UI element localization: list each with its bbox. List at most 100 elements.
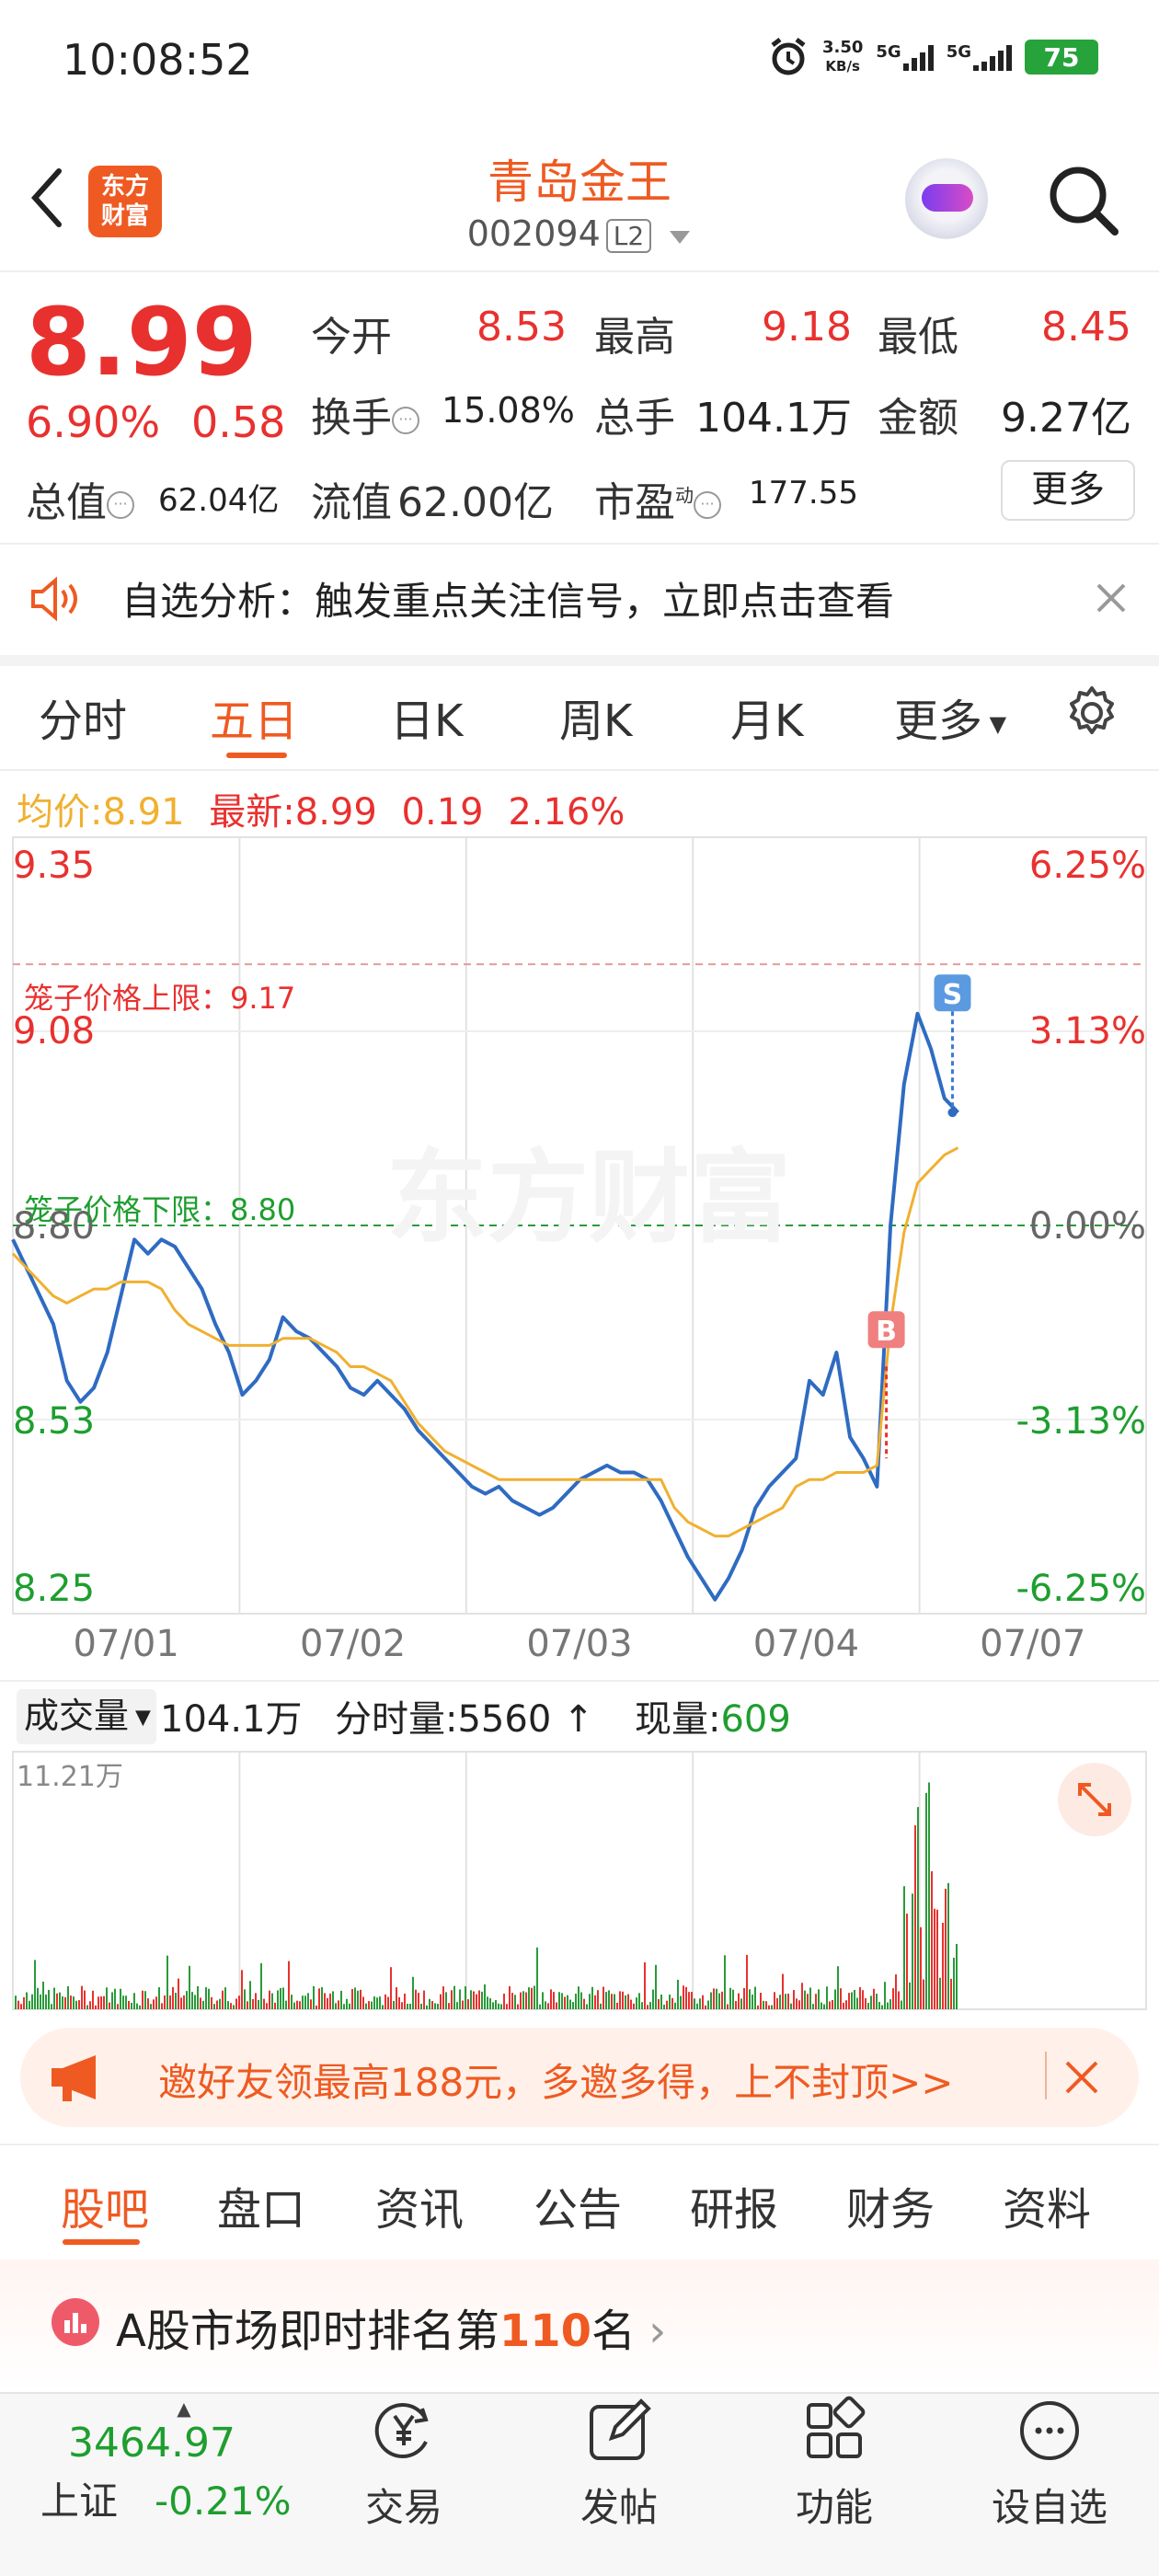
volume-bar bbox=[782, 1973, 784, 2009]
tab-announcements[interactable]: 公告 bbox=[534, 2173, 622, 2237]
volume-bar bbox=[920, 1926, 922, 2009]
volume-bar bbox=[572, 2002, 574, 2009]
volume-bar bbox=[222, 1990, 224, 2009]
volume-bar bbox=[492, 2002, 494, 2009]
tab-profile[interactable]: 资料 bbox=[1003, 2173, 1091, 2237]
tab-finance[interactable]: 财务 bbox=[846, 2173, 935, 2237]
volume-selector[interactable]: 成交量 ▼ bbox=[17, 1689, 156, 1744]
volume-bar bbox=[832, 1999, 833, 2009]
volume-bar bbox=[489, 1998, 491, 2009]
tab-daily-k[interactable]: 日K bbox=[390, 684, 463, 749]
volume-bar bbox=[669, 1995, 671, 2009]
volume-bar bbox=[914, 1825, 916, 2009]
volume-bar bbox=[945, 1888, 947, 2009]
tab-weekly-k[interactable]: 周K bbox=[559, 684, 632, 749]
volume-bar bbox=[26, 1992, 28, 2009]
volume-bar bbox=[956, 1944, 958, 2009]
volume-bar bbox=[509, 1986, 511, 2009]
trade-yen-icon bbox=[374, 2403, 429, 2458]
info-icon[interactable]: ··· bbox=[694, 491, 721, 519]
volume-bar bbox=[371, 2001, 373, 2009]
period-volume: 分时量:5560 ↑ bbox=[335, 1698, 594, 1741]
tab-research[interactable]: 研报 bbox=[690, 2173, 778, 2237]
high-label: 最高 bbox=[594, 314, 675, 361]
volume-bar bbox=[128, 2000, 130, 2009]
volume-chart[interactable] bbox=[0, 1748, 1159, 2015]
robot-face bbox=[922, 184, 973, 212]
nav-add-favorite[interactable]: 设自选 bbox=[971, 2396, 1128, 2533]
volume-bar bbox=[826, 1986, 828, 2009]
nav-trade[interactable]: 交易 bbox=[326, 2396, 482, 2533]
tab-more[interactable]: 更多 ▼ bbox=[894, 684, 1006, 749]
volume-bar bbox=[569, 1999, 571, 2009]
dropdown-icon bbox=[670, 231, 691, 244]
volume-bar bbox=[161, 2003, 163, 2009]
volume-bar bbox=[796, 1998, 798, 2009]
volume-bar bbox=[561, 1993, 563, 2009]
volume-bar bbox=[360, 1989, 361, 2009]
volume-bar bbox=[147, 1998, 149, 2009]
volume-bar bbox=[53, 1987, 55, 2009]
low-label: 最低 bbox=[878, 314, 958, 361]
volume-bar bbox=[611, 1994, 613, 2009]
volume-bar bbox=[757, 2005, 759, 2009]
close-icon[interactable] bbox=[1095, 581, 1128, 615]
high-value: 9.18 bbox=[762, 304, 852, 351]
info-icon[interactable]: ··· bbox=[107, 491, 134, 519]
tab-intraday[interactable]: 分时 bbox=[39, 684, 127, 749]
stock-code-row[interactable]: 002094 L2 bbox=[0, 213, 1159, 254]
tab-news[interactable]: 资讯 bbox=[375, 2173, 464, 2237]
expand-button[interactable] bbox=[1058, 1763, 1131, 1836]
tab-pankou[interactable]: 盘口 bbox=[217, 2173, 305, 2237]
volume-bar bbox=[614, 1994, 615, 2009]
volume-bar bbox=[760, 1993, 762, 2009]
y-label-4: 8.53 bbox=[13, 1400, 96, 1443]
volume-bar bbox=[150, 2004, 152, 2009]
more-button[interactable]: 更多 bbox=[1001, 460, 1135, 521]
volume-bar bbox=[434, 2003, 436, 2009]
volume-bar bbox=[316, 2005, 317, 2009]
more-dots-icon bbox=[1020, 2401, 1079, 2460]
nav-functions[interactable]: 功能 bbox=[756, 2396, 912, 2533]
tab-monthly-k[interactable]: 月K bbox=[730, 684, 803, 749]
info-icon[interactable]: ··· bbox=[392, 407, 419, 434]
search-icon[interactable] bbox=[1047, 164, 1120, 237]
volume-bar bbox=[75, 2000, 77, 2009]
volume-bar bbox=[790, 2003, 792, 2009]
volume-bar bbox=[633, 2003, 635, 2009]
volume-bar bbox=[354, 1987, 356, 2009]
volume-bar bbox=[749, 1989, 751, 2009]
volume-bar bbox=[202, 2000, 204, 2009]
tab-guba[interactable]: 股吧 bbox=[61, 2173, 149, 2237]
volume-bar bbox=[426, 2005, 428, 2009]
volume-bar bbox=[666, 2000, 668, 2009]
volume-bar bbox=[467, 1999, 469, 2009]
battery-icon: 75 bbox=[1025, 40, 1098, 75]
volume-bar bbox=[31, 1994, 33, 2009]
volume-bar bbox=[556, 2002, 557, 2009]
volume-bar bbox=[547, 2003, 549, 2009]
volume-bar bbox=[412, 1976, 414, 2009]
price-chart[interactable]: 东方财富 B S bbox=[0, 828, 1159, 1693]
volume-bar bbox=[936, 1909, 938, 2009]
settings-gear-icon[interactable] bbox=[1063, 684, 1120, 742]
volume-bar bbox=[51, 2004, 52, 2009]
upper-limit-label: 笼子价格上限：9.17 bbox=[24, 981, 296, 1016]
volume-bar bbox=[340, 1990, 342, 2009]
volume-frame bbox=[12, 1751, 1147, 2010]
volume-bar bbox=[37, 1987, 39, 2009]
volume-bar bbox=[895, 1974, 897, 2009]
nav-post[interactable]: 发帖 bbox=[541, 2396, 697, 2533]
volume-bar bbox=[153, 1999, 155, 2009]
tab-five-day[interactable]: 五日 bbox=[210, 684, 298, 749]
volume-bar bbox=[856, 1997, 858, 2009]
volume-bar bbox=[227, 2001, 229, 2009]
volume-bar bbox=[216, 2000, 218, 2009]
sell-marker-text: S bbox=[943, 979, 963, 1011]
volume-bar bbox=[564, 1996, 566, 2009]
volume-bar bbox=[953, 1957, 955, 2009]
promo-close-icon[interactable] bbox=[1063, 2059, 1100, 2096]
index-quote[interactable]: ▲ 3464.97 上证 -0.21% bbox=[18, 2398, 313, 2526]
volume-bar bbox=[335, 2003, 337, 2009]
index-name: 上证 bbox=[40, 2478, 119, 2524]
